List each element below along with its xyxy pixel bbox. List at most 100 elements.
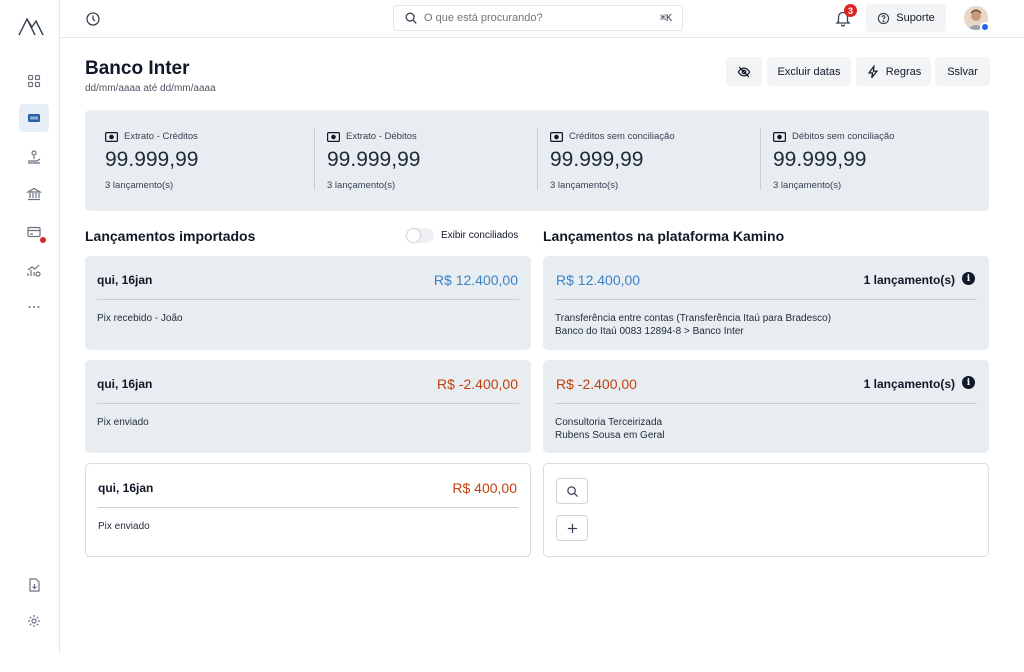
summary-label-text: Débitos sem conciliação <box>792 131 895 142</box>
imported-entry-selected[interactable]: qui, 16jan R$ 400,00 Pix enviado <box>85 463 531 557</box>
grid-icon <box>27 74 41 88</box>
summary-label: Créditos sem conciliação <box>550 131 675 142</box>
search-bar[interactable]: ⌘K <box>393 5 683 31</box>
show-reconciled-label: Exibir conciliados <box>441 230 519 241</box>
entry-amount: R$ 12.400,00 <box>556 272 641 288</box>
info-icon[interactable]: i <box>962 376 975 389</box>
entry-description: Pix enviado <box>98 521 150 532</box>
entry-count: 1 lançamento(s) <box>863 377 955 391</box>
search-shortcut: ⌘K <box>659 12 672 24</box>
entry-description: Consultoria Terceirizada Rubens Sousa em… <box>555 416 665 442</box>
summary-count: 3 lançamento(s) <box>550 180 619 191</box>
summary-label: Extrato - Débitos <box>327 131 417 142</box>
entry-date: qui, 16jan <box>98 481 154 495</box>
entry-description-line: Rubens Sousa em Geral <box>555 430 665 441</box>
cash-icon <box>105 131 118 142</box>
summary-count: 3 lançamento(s) <box>327 180 396 191</box>
platform-match-panel <box>543 463 989 557</box>
summary-value: 99.999,99 <box>550 148 644 171</box>
support-button[interactable]: Suporte <box>866 4 946 32</box>
save-label: Sslvar <box>947 65 978 78</box>
eye-off-icon <box>737 66 751 77</box>
bank-statement-icon <box>28 114 40 122</box>
entry-amount: R$ -2.400,00 <box>556 376 637 392</box>
sidebar-item-export[interactable] <box>19 571 49 599</box>
rules-button[interactable]: Regras <box>856 57 931 86</box>
delete-dates-button[interactable]: Excluir datas <box>767 57 851 86</box>
summary-label-text: Extrato - Créditos <box>124 131 198 142</box>
search-icon <box>405 12 417 24</box>
file-download-icon <box>29 578 40 592</box>
summary-unreconciled-credits: Créditos sem conciliação 99.999,99 3 lan… <box>530 110 752 211</box>
kamino-logo-icon[interactable] <box>18 14 44 36</box>
sidebar-item-banks[interactable] <box>19 180 49 208</box>
summary-label-text: Extrato - Débitos <box>346 131 417 142</box>
cash-icon <box>550 131 563 142</box>
divider <box>555 403 977 404</box>
entry-amount: R$ 12.400,00 <box>433 272 518 288</box>
imported-entry[interactable]: qui, 16jan R$ 12.400,00 Pix recebido - J… <box>85 256 531 350</box>
gear-icon <box>28 615 40 627</box>
summary-value: 99.999,99 <box>327 148 421 171</box>
topbar: ⌘K 3 Suporte <box>60 0 1024 38</box>
divider <box>98 507 518 508</box>
entry-description-line: Banco do Itaú 0083 12894-8 > Banco Inter <box>555 326 744 337</box>
platform-title: Lançamentos na plataforma Kamino <box>543 228 785 244</box>
add-entry-button[interactable] <box>556 515 588 541</box>
date-range: dd/mm/aaaa até dd/mm/aaaa <box>85 83 216 94</box>
summary-count: 3 lançamento(s) <box>105 180 174 191</box>
entry-amount: R$ -2.400,00 <box>437 376 518 392</box>
chart-gear-icon <box>27 264 41 277</box>
more-horizontal-icon <box>28 306 40 308</box>
divider <box>97 403 519 404</box>
summary-panel: Extrato - Créditos 99.999,99 3 lançament… <box>85 110 989 211</box>
summary-label: Extrato - Créditos <box>105 131 198 142</box>
platform-entry[interactable]: R$ -2.400,00 1 lançamento(s) i Consultor… <box>543 360 989 453</box>
summary-extract-debits: Extrato - Débitos 99.999,99 3 lançamento… <box>307 110 529 211</box>
entry-count: 1 lançamento(s) <box>863 273 955 287</box>
search-input[interactable] <box>424 12 660 24</box>
entry-date: qui, 16jan <box>97 273 153 287</box>
entry-amount: R$ 400,00 <box>452 480 517 496</box>
info-icon[interactable]: i <box>962 272 975 285</box>
divider <box>555 299 977 300</box>
sidebar-item-settings[interactable] <box>19 607 49 635</box>
help-circle-icon <box>878 12 890 24</box>
sidebar <box>0 0 60 654</box>
summary-value: 99.999,99 <box>773 148 867 171</box>
summary-count: 3 lançamento(s) <box>773 180 842 191</box>
rules-label: Regras <box>885 65 922 78</box>
hide-values-button[interactable] <box>726 57 762 86</box>
notification-badge: 3 <box>844 4 857 17</box>
entry-date: qui, 16jan <box>97 377 153 391</box>
entry-description: Transferência entre contas (Transferênci… <box>555 312 831 338</box>
summary-extract-credits: Extrato - Créditos 99.999,99 3 lançament… <box>85 110 307 211</box>
entry-description-line: Consultoria Terceirizada <box>555 417 663 428</box>
hand-coin-icon <box>28 150 41 164</box>
sidebar-item-cards[interactable] <box>19 218 49 246</box>
summary-label-text: Créditos sem conciliação <box>569 131 675 142</box>
clock-icon[interactable] <box>85 11 101 27</box>
show-reconciled-toggle[interactable] <box>406 228 434 243</box>
platform-entry[interactable]: R$ 12.400,00 1 lançamento(s) i Transferê… <box>543 256 989 350</box>
sidebar-item-payments[interactable] <box>19 143 49 171</box>
verified-badge <box>980 22 990 32</box>
sidebar-item-dashboard[interactable] <box>19 67 49 95</box>
summary-value: 99.999,99 <box>105 148 199 171</box>
search-match-button[interactable] <box>556 478 588 504</box>
imported-title: Lançamentos importados <box>85 228 256 244</box>
cash-icon <box>773 131 786 142</box>
sidebar-item-reconciliation[interactable] <box>19 104 49 132</box>
delete-dates-label: Excluir datas <box>777 65 841 78</box>
save-button[interactable]: Sslvar <box>935 57 990 86</box>
imported-entry[interactable]: qui, 16jan R$ -2.400,00 Pix enviado <box>85 360 531 453</box>
entry-description: Pix enviado <box>97 417 149 428</box>
support-label: Suporte <box>896 12 935 24</box>
summary-label: Débitos sem conciliação <box>773 131 894 142</box>
sidebar-item-reports[interactable] <box>19 257 49 285</box>
sidebar-item-more[interactable] <box>19 293 49 321</box>
divider <box>97 299 519 300</box>
entry-description-line: Transferência entre contas (Transferênci… <box>555 313 832 324</box>
cash-icon <box>327 131 340 142</box>
plus-icon <box>567 523 577 533</box>
